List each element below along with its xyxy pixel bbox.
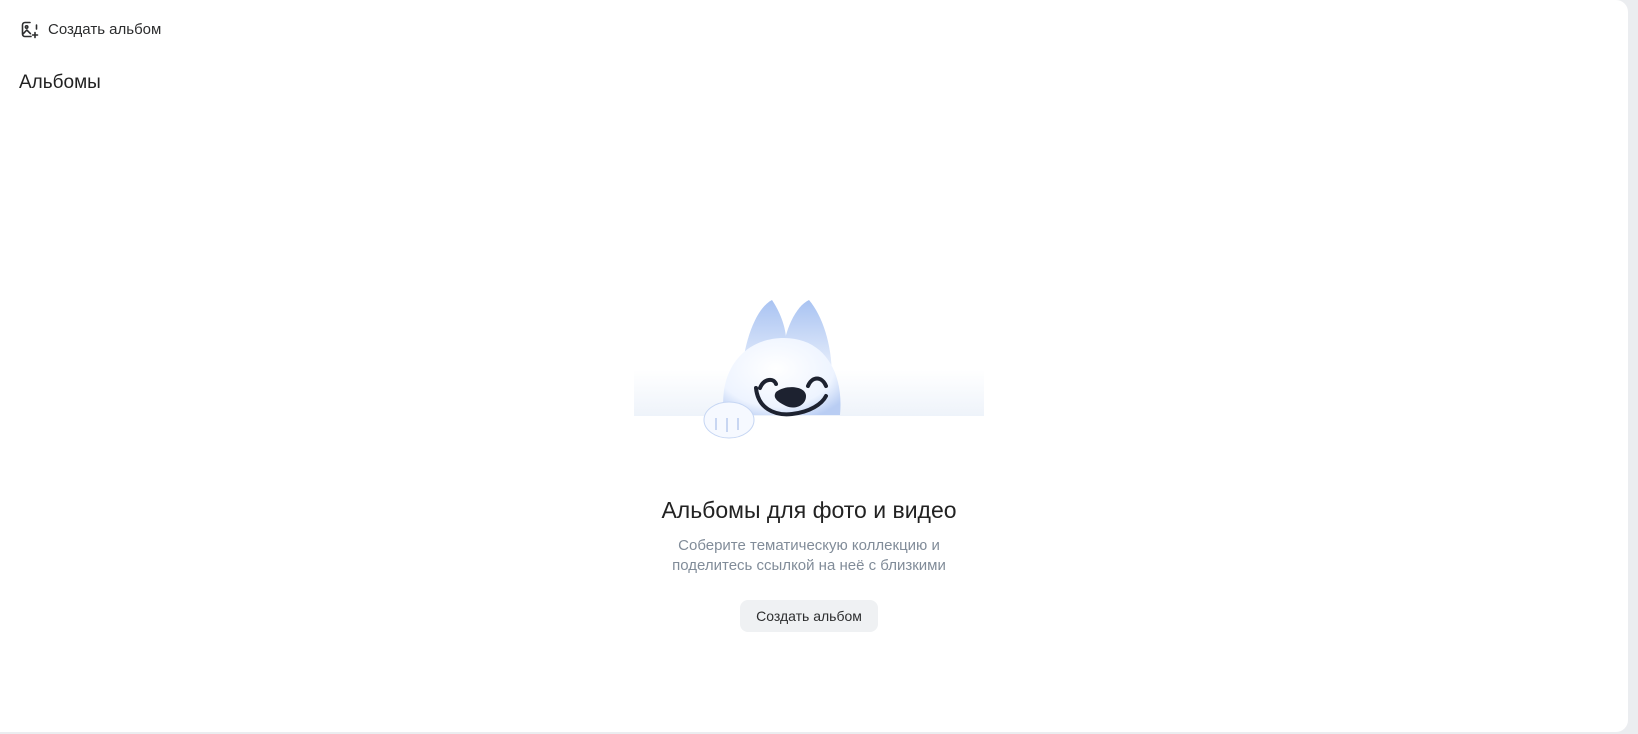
albums-panel: Создать альбом Альбомы Альбомы для фото … bbox=[0, 0, 1628, 732]
empty-state-description: Соберите тематическую коллекцию и подели… bbox=[672, 537, 946, 574]
create-album-button[interactable]: Создать альбом bbox=[740, 600, 878, 632]
create-album-link[interactable]: Создать альбом bbox=[20, 20, 161, 39]
empty-state: Альбомы для фото и видео Соберите темати… bbox=[0, 300, 1618, 632]
page-title: Альбомы bbox=[19, 72, 101, 93]
fox-mascot-illustration bbox=[634, 300, 984, 455]
image-plus-icon bbox=[20, 20, 39, 39]
empty-state-title: Альбомы для фото и видео bbox=[661, 497, 957, 523]
create-album-label: Создать альбом bbox=[48, 21, 162, 38]
